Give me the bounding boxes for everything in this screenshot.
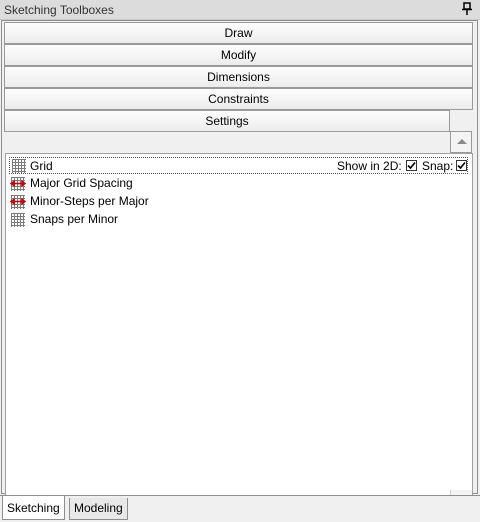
section-draw[interactable]: Draw xyxy=(4,22,473,44)
snap-checkbox[interactable] xyxy=(456,160,467,171)
snap-label: Snap: xyxy=(422,159,454,173)
list-item-label: Snaps per Minor xyxy=(30,212,119,226)
list-item-label: Major Grid Spacing xyxy=(30,176,133,190)
tab-sketching[interactable]: Sketching xyxy=(2,496,65,520)
show-in-2d-label: Show in 2D: xyxy=(337,159,402,173)
section-modify[interactable]: Modify xyxy=(4,44,473,66)
section-settings[interactable]: Settings xyxy=(4,110,450,132)
grid-icon xyxy=(11,158,27,174)
section-constraints[interactable]: Constraints xyxy=(4,88,473,110)
window-title: Sketching Toolboxes xyxy=(4,3,114,17)
tab-strip: Sketching Modeling xyxy=(0,495,480,522)
pin-icon[interactable] xyxy=(461,2,473,16)
scroll-up-button[interactable] xyxy=(450,131,472,153)
list-item-label: Minor-Steps per Major xyxy=(30,194,149,208)
checkmark-icon xyxy=(407,161,416,170)
toolbox-frame: Draw Modify Dimensions Constraints Setti… xyxy=(1,20,478,512)
grid-icon xyxy=(10,212,26,228)
title-bar: Sketching Toolboxes xyxy=(0,0,480,20)
grid-label: Grid xyxy=(30,159,53,173)
tab-modeling[interactable]: Modeling xyxy=(69,498,128,520)
grid-spacing-icon xyxy=(9,194,27,210)
settings-panel: Grid Show in 2D: Snap: Major Grid Spacin… xyxy=(5,153,473,512)
chevron-up-icon xyxy=(457,139,467,144)
checkmark-icon xyxy=(457,161,466,170)
grid-spacing-icon xyxy=(9,176,27,192)
show-in-2d-checkbox[interactable] xyxy=(406,160,417,171)
section-dimensions[interactable]: Dimensions xyxy=(4,66,473,88)
grid-row[interactable]: Grid Show in 2D: Snap: xyxy=(9,157,468,174)
